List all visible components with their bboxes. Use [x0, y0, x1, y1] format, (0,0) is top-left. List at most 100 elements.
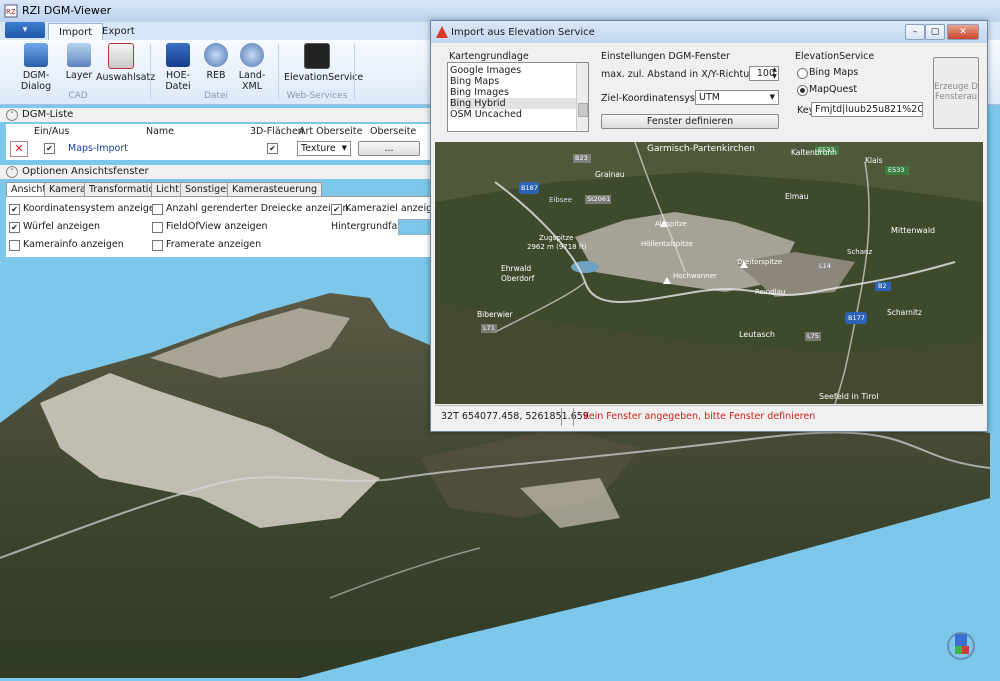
map-label: Zugspitze: [539, 234, 574, 242]
einstellungen-label: Einstellungen DGM-Fenster: [601, 51, 730, 62]
group-separator: [278, 44, 279, 100]
road-shield: E533: [888, 166, 905, 174]
import-dialog: Import aus Elevation Service – ▢ ✕ Karte…: [430, 20, 988, 432]
layer-button[interactable]: Layer: [64, 43, 94, 81]
collapse-chevron-icon[interactable]: ˄: [6, 109, 18, 121]
list-item[interactable]: Google Images: [450, 65, 576, 76]
list-item[interactable]: Bing Images: [450, 87, 576, 98]
map-view[interactable]: Garmisch-Partenkirchen Kaltenbrunn Klais…: [435, 141, 983, 405]
dgm-dialog-icon: [24, 43, 48, 67]
optionen-tabs: Ansicht Kamera Transformation Licht Sons…: [6, 181, 430, 197]
map-label: 2962 m (9718 ft): [527, 243, 587, 251]
erzeuge-button[interactable]: Erzeuge D Fensterau: [933, 57, 979, 129]
optionen-header[interactable]: ˄ Optionen Ansichtsfenster: [0, 165, 430, 179]
list-item[interactable]: Bing Maps: [450, 76, 576, 87]
list-item[interactable]: Bing Hybrid: [450, 98, 576, 109]
radio-bing-maps[interactable]: [797, 68, 808, 79]
tab-export[interactable]: Export: [92, 23, 145, 40]
map-label: Dreitorspitze: [737, 258, 783, 266]
radio-mapquest-label: MapQuest: [809, 84, 858, 95]
group-separator: [150, 44, 151, 100]
map-label: Eibsee: [549, 196, 573, 204]
map-label: Mittenwald: [891, 226, 936, 235]
dgm-dialog-button[interactable]: DGM-Dialog: [8, 43, 64, 92]
maximize-icon[interactable]: ▢: [925, 24, 945, 40]
group-separator: [354, 44, 355, 100]
radio-mapquest[interactable]: [797, 85, 808, 96]
app-menu-button[interactable]: ▾: [5, 22, 45, 38]
3d-flaechen-checkbox[interactable]: [267, 143, 278, 154]
ein-aus-checkbox[interactable]: [44, 143, 55, 154]
dialog-titlebar: Import aus Elevation Service – ▢ ✕: [431, 21, 987, 43]
col-header-ein-aus: Ein/Aus: [34, 126, 70, 137]
road-shield: B187: [521, 184, 538, 192]
table-row[interactable]: ✕ Maps-Import Texture ▼ ...: [6, 140, 430, 158]
road-shield: L71: [483, 324, 495, 332]
collapse-chevron-icon[interactable]: ˄: [6, 166, 18, 178]
map-label: Ehrwald: [501, 264, 532, 273]
map-label: Schanz: [847, 248, 873, 256]
art-oberseite-select[interactable]: Texture ▼: [297, 141, 351, 156]
road-shield: B177: [848, 314, 865, 322]
map-label: Alpspitze: [655, 220, 687, 228]
key-input[interactable]: Fmjtd|luub25u821%2Cbg%: [811, 102, 923, 117]
auswahlsatz-icon: [108, 43, 134, 69]
delete-row-icon[interactable]: ✕: [10, 141, 28, 157]
group-label-web: Web-Services: [286, 91, 348, 101]
fenster-definieren-button[interactable]: Fenster definieren: [601, 114, 779, 129]
map-label: Klais: [865, 156, 883, 165]
hoe-datei-icon: [166, 43, 190, 67]
map-label: Elmau: [785, 192, 809, 201]
auswahlsatz-button[interactable]: Auswahlsatz: [96, 43, 155, 83]
scroll-thumb[interactable]: [578, 103, 588, 117]
layer-icon: [67, 43, 91, 67]
road-shield: B2: [878, 282, 887, 290]
tab-licht[interactable]: Licht: [151, 182, 184, 196]
hintergrundfarbe-swatch[interactable]: [398, 219, 432, 235]
koord-select[interactable]: UTM ▼: [695, 90, 779, 105]
map-label: Scharnitz: [887, 308, 922, 317]
col-header-oberseite: Oberseite: [370, 126, 417, 137]
reb-icon: [204, 43, 228, 67]
close-icon[interactable]: ✕: [947, 24, 979, 40]
road-shield: St2061: [587, 195, 611, 203]
map-label: Garmisch-Partenkirchen: [647, 144, 756, 154]
col-header-art-oberseite: Art Oberseite: [299, 126, 363, 137]
chevron-down-icon: ▼: [769, 93, 775, 101]
status-coordinates: 32T 654077.458, 5261851.659: [441, 411, 589, 422]
road-shield: L75: [807, 332, 819, 340]
dgm-table: Ein/Aus Name 3D-Flächen Art Oberseite Ob…: [6, 124, 430, 160]
status-message: Kein Fenster angegeben, bitte Fenster de…: [583, 411, 816, 422]
abstand-label: max. zul. Abstand in X/Y-Richtung: [601, 69, 762, 80]
road-shield: B23: [575, 154, 588, 162]
list-scrollbar[interactable]: [576, 63, 588, 131]
map-label: Höllentalspitze: [641, 240, 693, 248]
window-title: RZI DGM-Viewer: [22, 4, 112, 17]
map-label: Biberwier: [477, 310, 513, 319]
kartengrundlage-list[interactable]: Google Images Bing Maps Bing Images Bing…: [447, 62, 589, 132]
hoe-datei-button[interactable]: HOE-Datei: [156, 43, 200, 92]
spinner-arrows-icon[interactable]: ▲ ▼: [770, 66, 779, 81]
status-divider: [561, 408, 562, 426]
group-label-datei: Datei: [203, 91, 228, 101]
app-logo-icon: [436, 26, 448, 38]
dgm-liste-header[interactable]: ˄ DGM-Liste: [0, 108, 430, 122]
navigation-cube-icon[interactable]: [945, 628, 977, 660]
map-label: Reindlau: [755, 288, 786, 296]
dialog-title: Import aus Elevation Service: [451, 27, 595, 38]
svg-text:RZ: RZ: [6, 8, 16, 16]
elevation-service-icon: [304, 43, 330, 69]
status-bar: 32T 654077.458, 5261851.659 Kein Fenster…: [435, 405, 983, 428]
map-label: Seefeld in Tirol: [819, 392, 879, 401]
optionen-panel: Koordinatensystem anzeigen Anzahl gerend…: [6, 197, 444, 257]
row-name: Maps-Import: [68, 143, 128, 154]
reb-button[interactable]: REB: [202, 43, 230, 81]
land-xml-icon: [240, 43, 264, 67]
land-xml-button[interactable]: Land-XML: [232, 43, 272, 92]
tab-kamerasteuerung[interactable]: Kamerasteuerung: [227, 182, 323, 196]
oberseite-button[interactable]: ...: [358, 141, 420, 156]
status-divider: [573, 408, 574, 426]
list-item[interactable]: OSM Uncached: [450, 109, 576, 120]
elevation-service-button[interactable]: ElevationService: [284, 43, 363, 83]
minimize-icon[interactable]: –: [905, 24, 925, 40]
